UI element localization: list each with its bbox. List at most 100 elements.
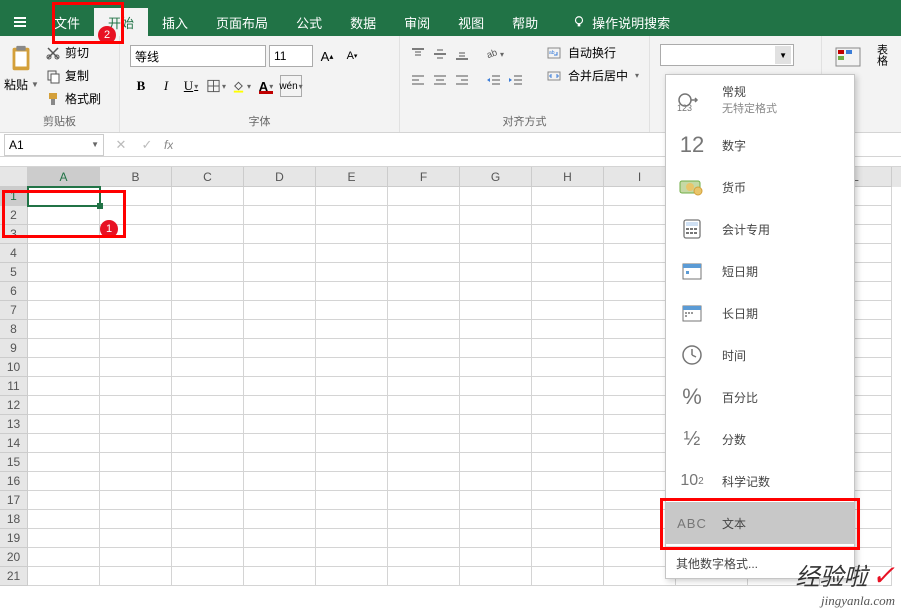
- cell[interactable]: [100, 187, 172, 206]
- cell[interactable]: [244, 263, 316, 282]
- cell[interactable]: [100, 339, 172, 358]
- row-header[interactable]: 7: [0, 301, 28, 320]
- row-header[interactable]: 20: [0, 548, 28, 567]
- cell[interactable]: [28, 263, 100, 282]
- row-header[interactable]: 8: [0, 320, 28, 339]
- cell[interactable]: [316, 396, 388, 415]
- format-fraction[interactable]: ½ 分数: [666, 418, 854, 460]
- cell[interactable]: [532, 415, 604, 434]
- cell[interactable]: [460, 263, 532, 282]
- cell[interactable]: [28, 396, 100, 415]
- cell[interactable]: [532, 377, 604, 396]
- cell[interactable]: [460, 358, 532, 377]
- number-format-select[interactable]: ▼: [660, 44, 794, 66]
- cell[interactable]: [460, 225, 532, 244]
- cell[interactable]: [316, 301, 388, 320]
- cell[interactable]: [172, 567, 244, 586]
- cell[interactable]: [532, 491, 604, 510]
- cell[interactable]: [172, 415, 244, 434]
- fx-icon[interactable]: fx: [164, 138, 173, 152]
- cell[interactable]: [316, 415, 388, 434]
- row-header[interactable]: 6: [0, 282, 28, 301]
- cell[interactable]: [100, 434, 172, 453]
- cell[interactable]: [532, 282, 604, 301]
- cell[interactable]: [172, 472, 244, 491]
- cell[interactable]: [28, 301, 100, 320]
- cell[interactable]: [100, 377, 172, 396]
- cell[interactable]: [460, 206, 532, 225]
- cell[interactable]: [316, 339, 388, 358]
- cell[interactable]: [460, 244, 532, 263]
- cell[interactable]: [460, 187, 532, 206]
- cell[interactable]: [532, 358, 604, 377]
- cell[interactable]: [28, 434, 100, 453]
- cell[interactable]: [28, 529, 100, 548]
- cell[interactable]: [172, 244, 244, 263]
- cell[interactable]: [100, 320, 172, 339]
- cell[interactable]: [532, 225, 604, 244]
- cell[interactable]: [460, 453, 532, 472]
- cell[interactable]: [244, 377, 316, 396]
- cell[interactable]: [244, 358, 316, 377]
- cell[interactable]: [460, 301, 532, 320]
- row-header[interactable]: 13: [0, 415, 28, 434]
- orientation-button[interactable]: ab▾: [484, 44, 504, 64]
- cell[interactable]: [28, 244, 100, 263]
- align-middle-button[interactable]: [430, 44, 450, 64]
- cell[interactable]: [388, 472, 460, 491]
- cell[interactable]: [172, 453, 244, 472]
- cell[interactable]: [532, 510, 604, 529]
- fill-color-button[interactable]: ▾: [230, 75, 252, 97]
- tab-insert[interactable]: 插入: [148, 8, 202, 36]
- cell[interactable]: [460, 377, 532, 396]
- cell[interactable]: [28, 567, 100, 586]
- cell[interactable]: [244, 301, 316, 320]
- cell[interactable]: [316, 472, 388, 491]
- cell[interactable]: [388, 301, 460, 320]
- font-family-select[interactable]: [130, 45, 266, 67]
- cell[interactable]: [388, 244, 460, 263]
- cell[interactable]: [388, 434, 460, 453]
- tell-me-search[interactable]: 操作说明搜索: [558, 8, 684, 36]
- cell[interactable]: [316, 244, 388, 263]
- cell[interactable]: [460, 415, 532, 434]
- cell[interactable]: [244, 472, 316, 491]
- cell[interactable]: [100, 396, 172, 415]
- cell[interactable]: [388, 206, 460, 225]
- format-scientific[interactable]: 102 科学记数: [666, 460, 854, 502]
- app-menu-icon[interactable]: [0, 8, 40, 36]
- row-header[interactable]: 14: [0, 434, 28, 453]
- cell[interactable]: [244, 206, 316, 225]
- cell[interactable]: [244, 244, 316, 263]
- format-longdate[interactable]: 长日期: [666, 292, 854, 334]
- font-color-button[interactable]: A▾: [255, 75, 277, 97]
- cell[interactable]: [460, 472, 532, 491]
- cell[interactable]: [532, 434, 604, 453]
- cell[interactable]: [100, 358, 172, 377]
- row-header[interactable]: 2: [0, 206, 28, 225]
- column-header[interactable]: D: [244, 167, 316, 187]
- cell[interactable]: [460, 339, 532, 358]
- align-center-button[interactable]: [430, 70, 450, 90]
- cell[interactable]: [460, 396, 532, 415]
- cell[interactable]: [388, 396, 460, 415]
- cell[interactable]: [532, 301, 604, 320]
- row-header[interactable]: 3: [0, 225, 28, 244]
- italic-button[interactable]: I: [155, 75, 177, 97]
- cell[interactable]: [172, 548, 244, 567]
- cell[interactable]: [28, 510, 100, 529]
- row-header[interactable]: 12: [0, 396, 28, 415]
- cell[interactable]: [28, 377, 100, 396]
- cell[interactable]: [532, 339, 604, 358]
- cell[interactable]: [172, 225, 244, 244]
- tab-review[interactable]: 审阅: [390, 8, 444, 36]
- cell[interactable]: [172, 510, 244, 529]
- cell[interactable]: [532, 187, 604, 206]
- cell[interactable]: [460, 548, 532, 567]
- cell[interactable]: [388, 567, 460, 586]
- cell[interactable]: [244, 225, 316, 244]
- format-table-button[interactable]: 表格: [872, 44, 891, 106]
- increase-indent-button[interactable]: [506, 70, 526, 90]
- cell[interactable]: [28, 339, 100, 358]
- cell[interactable]: [244, 434, 316, 453]
